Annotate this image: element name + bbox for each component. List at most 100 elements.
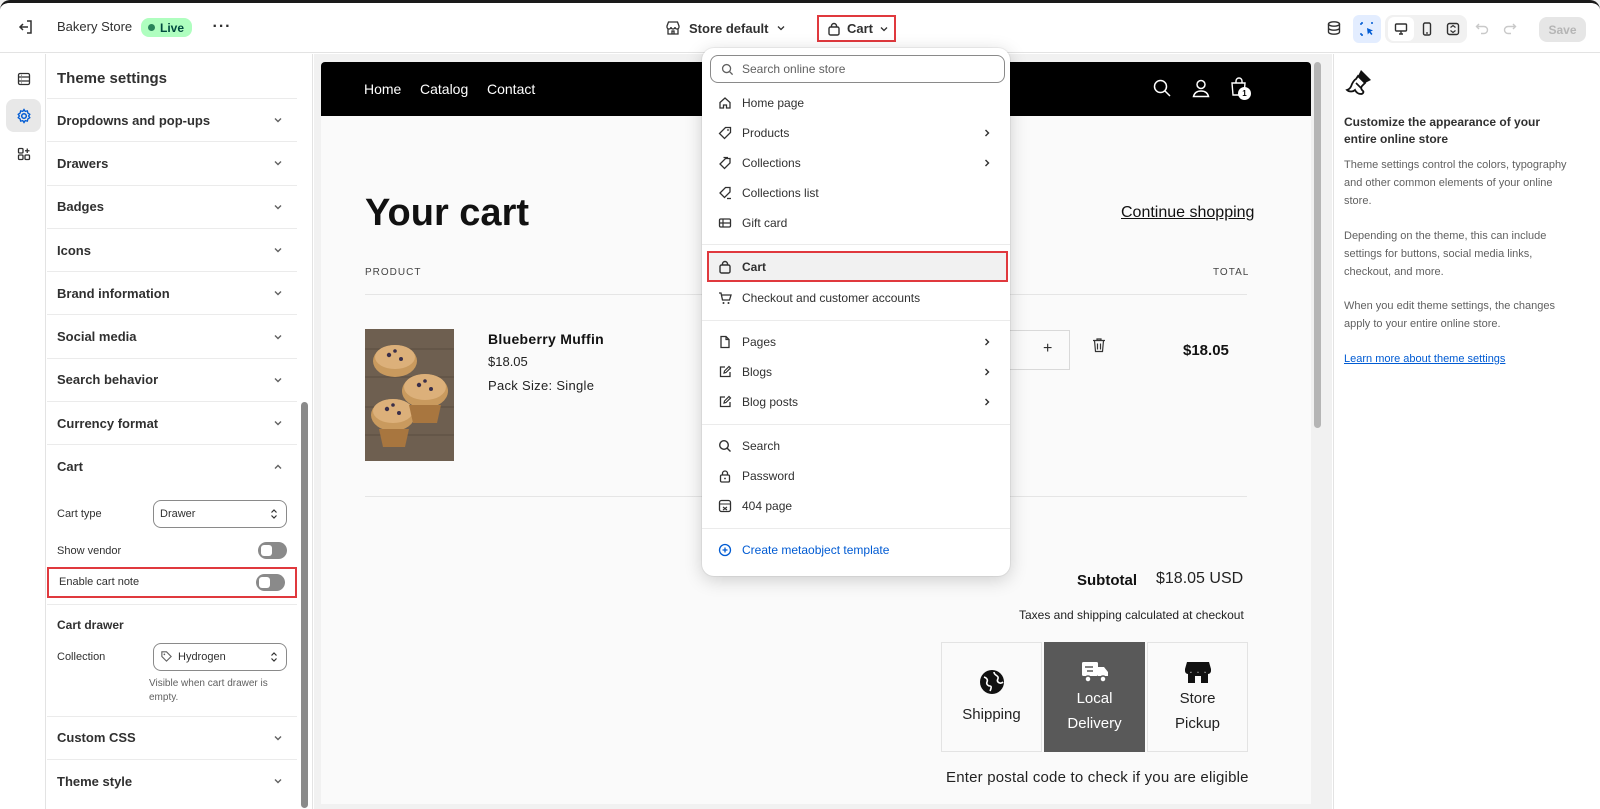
store-name: Bakery Store: [57, 19, 133, 34]
section-brand-information[interactable]: Brand information: [47, 271, 297, 314]
apps-icon[interactable]: [6, 137, 41, 170]
preview-scrollbar[interactable]: [1312, 62, 1322, 804]
section-dropdowns[interactable]: Dropdowns and pop-ups: [47, 98, 297, 141]
trash-icon[interactable]: [1092, 337, 1106, 353]
option-store-pickup[interactable]: Store Pickup: [1147, 642, 1248, 752]
tag-icon: [161, 651, 172, 663]
learn-more-link[interactable]: Learn more about theme settings: [1344, 353, 1505, 365]
page-selector[interactable]: Cart: [817, 15, 896, 42]
search-placeholder: Search online store: [742, 62, 846, 76]
cart-drawer-heading: Cart drawer: [47, 603, 297, 640]
section-badges[interactable]: Badges: [47, 184, 297, 228]
database-icon[interactable]: [1323, 16, 1345, 40]
menu-item-blogs[interactable]: Blogs: [710, 358, 1002, 386]
section-label: Currency format: [57, 415, 159, 431]
desktop-icon[interactable]: [1388, 17, 1414, 41]
shopping-cart-icon: [718, 291, 732, 305]
account-icon[interactable]: [1190, 77, 1212, 99]
option-shipping[interactable]: Shipping: [941, 642, 1042, 752]
search-icon[interactable]: [1151, 77, 1173, 99]
menu-item-label: Password: [742, 469, 795, 483]
inspector-icon[interactable]: [1353, 15, 1381, 43]
menu-item-label: Cart: [742, 259, 767, 274]
menu-item-products[interactable]: Products: [710, 119, 1002, 147]
section-label: Custom CSS: [57, 730, 136, 746]
dropdown-search-input[interactable]: Search online store: [710, 55, 1005, 83]
product-name[interactable]: Blueberry Muffin: [488, 331, 604, 347]
menu-item-blog-posts[interactable]: Blog posts: [710, 388, 1002, 416]
chevron-down-icon: [273, 245, 283, 255]
settings-scrollbar[interactable]: [298, 54, 310, 809]
plus-icon[interactable]: +: [1043, 340, 1052, 358]
tag-icon: [718, 126, 732, 140]
menu-item-gift-card[interactable]: Gift card: [710, 209, 1002, 237]
menu-item-checkout[interactable]: Checkout and customer accounts: [710, 284, 1002, 312]
collection-row: Collection Hydrogen: [57, 640, 287, 674]
chevron-right-icon: [985, 368, 990, 376]
bag-icon: [828, 22, 840, 36]
chevron-down-icon: [273, 776, 283, 786]
select-arrows-icon: [271, 508, 277, 519]
undo-icon[interactable]: [1473, 16, 1491, 40]
cart-type-label: Cart type: [57, 507, 102, 520]
continue-shopping-link[interactable]: Continue shopping: [1121, 204, 1254, 222]
lock-icon: [718, 469, 732, 483]
settings-scrollbar-thumb[interactable]: [301, 402, 308, 808]
preview-scrollbar-thumb[interactable]: [1314, 62, 1321, 428]
collection-select[interactable]: Hydrogen: [153, 642, 287, 671]
enable-cart-note-toggle[interactable]: [256, 573, 285, 591]
menu-item-home-page[interactable]: Home page: [710, 89, 1002, 117]
section-label: Icons: [57, 242, 91, 258]
menu-item-pages[interactable]: Pages: [710, 328, 1002, 356]
nav-contact[interactable]: Contact: [487, 81, 535, 97]
mobile-icon[interactable]: [1414, 17, 1440, 41]
chevron-down-icon: [273, 202, 283, 212]
product-price: $18.05: [488, 354, 528, 369]
section-theme-style[interactable]: Theme style: [47, 758, 297, 802]
settings-section-list: Dropdowns and pop-ups Drawers Badges Ico…: [47, 98, 297, 802]
section-label: Cart: [57, 459, 84, 475]
menu-item-search[interactable]: Search: [710, 432, 1002, 460]
show-vendor-toggle[interactable]: [258, 542, 287, 560]
chevron-down-icon: [273, 733, 283, 743]
menu-item-cart[interactable]: Cart: [707, 251, 1008, 282]
exit-icon[interactable]: [16, 17, 36, 37]
create-metaobject-template-button[interactable]: Create metaobject template: [710, 536, 1002, 564]
store-icon: [666, 21, 680, 35]
menu-item-password[interactable]: Password: [710, 462, 1002, 490]
globe-icon: [979, 669, 1004, 694]
section-social-media[interactable]: Social media: [47, 314, 297, 357]
more-actions-icon[interactable]: ···: [211, 17, 233, 37]
nav-home[interactable]: Home: [364, 81, 401, 97]
menu-item-label: 404 page: [742, 499, 793, 513]
app-window: Bakery Store Live ··· Store default Cart: [0, 0, 1600, 809]
menu-item-collections[interactable]: Collections: [710, 149, 1002, 177]
section-icons[interactable]: Icons: [47, 227, 297, 271]
cart-icon[interactable]: 1: [1228, 75, 1251, 100]
theme-settings-icon[interactable]: [6, 99, 41, 132]
fullscreen-icon[interactable]: [1440, 17, 1466, 41]
menu-item-label: Collections: [742, 156, 801, 170]
template-label: Store default: [689, 20, 769, 36]
nav-catalog[interactable]: Catalog: [420, 81, 468, 97]
cart-type-select[interactable]: Drawer: [153, 499, 287, 528]
cart-type-row: Cart type Drawer: [57, 493, 287, 535]
option-local-delivery[interactable]: Local Delivery: [1044, 642, 1145, 752]
section-drawers[interactable]: Drawers: [47, 141, 297, 184]
postal-code-note: Enter postal code to check if you are el…: [946, 769, 1249, 786]
subtotal-value: $18.05 USD: [1156, 570, 1244, 587]
menu-item-collections-list[interactable]: Collections list: [710, 179, 1002, 207]
panel-title: Theme settings: [57, 70, 168, 87]
section-currency-format[interactable]: Currency format: [47, 401, 297, 444]
save-button[interactable]: Save: [1539, 17, 1586, 42]
template-selector[interactable]: Store default: [665, 17, 786, 39]
menu-item-404-page[interactable]: 404 page: [710, 492, 1002, 520]
section-search-behavior[interactable]: Search behavior: [47, 357, 297, 401]
redo-icon[interactable]: [1501, 16, 1519, 40]
section-cart[interactable]: Cart: [47, 444, 297, 487]
divider: [702, 244, 1010, 245]
section-custom-css[interactable]: Custom CSS: [47, 715, 297, 759]
chevron-right-icon: [985, 159, 990, 167]
search-icon: [718, 439, 732, 453]
sections-icon[interactable]: [6, 62, 41, 95]
